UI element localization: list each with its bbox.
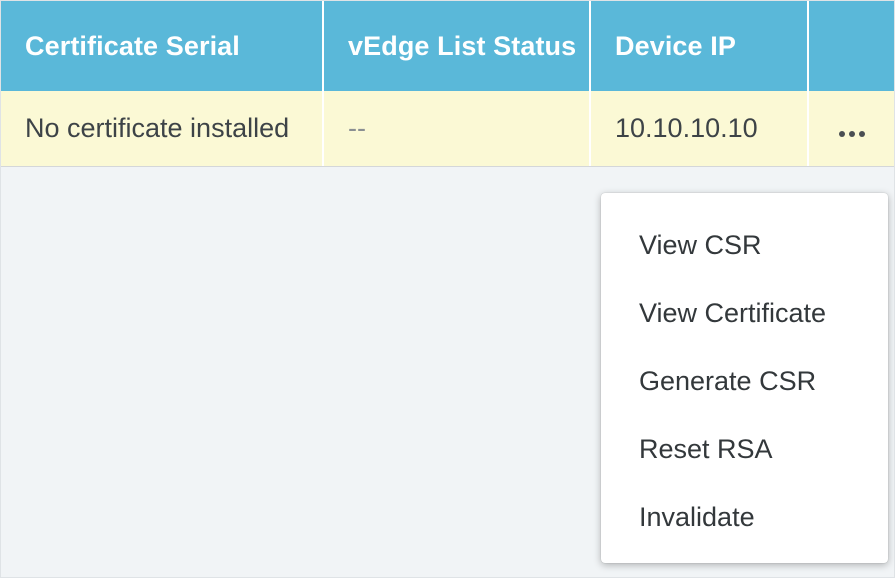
- menu-item-generate-csr[interactable]: Generate CSR: [601, 347, 888, 415]
- row-actions-menu: View CSR View Certificate Generate CSR R…: [601, 193, 888, 563]
- cell-vedge-list-status: --: [324, 91, 591, 166]
- table-header: Certificate Serial vEdge List Status Dev…: [1, 1, 894, 91]
- column-header-device-ip[interactable]: Device IP: [591, 1, 809, 91]
- menu-item-reset-rsa[interactable]: Reset RSA: [601, 415, 888, 483]
- table-row[interactable]: No certificate installed -- 10.10.10.10: [1, 91, 894, 167]
- column-header-actions: [809, 1, 894, 91]
- column-header-certificate-serial[interactable]: Certificate Serial: [1, 1, 324, 91]
- cell-actions: [809, 91, 894, 166]
- cell-device-ip: 10.10.10.10: [591, 91, 809, 166]
- menu-item-view-certificate[interactable]: View Certificate: [601, 279, 888, 347]
- column-header-vedge-list-status[interactable]: vEdge List Status: [324, 1, 591, 91]
- more-horizontal-icon[interactable]: [838, 130, 865, 137]
- certificate-table-panel: Certificate Serial vEdge List Status Dev…: [0, 0, 895, 578]
- menu-item-invalidate[interactable]: Invalidate: [601, 483, 888, 551]
- menu-item-view-csr[interactable]: View CSR: [601, 211, 888, 279]
- more-actions-button[interactable]: [838, 130, 865, 137]
- cell-certificate-serial: No certificate installed: [1, 91, 324, 166]
